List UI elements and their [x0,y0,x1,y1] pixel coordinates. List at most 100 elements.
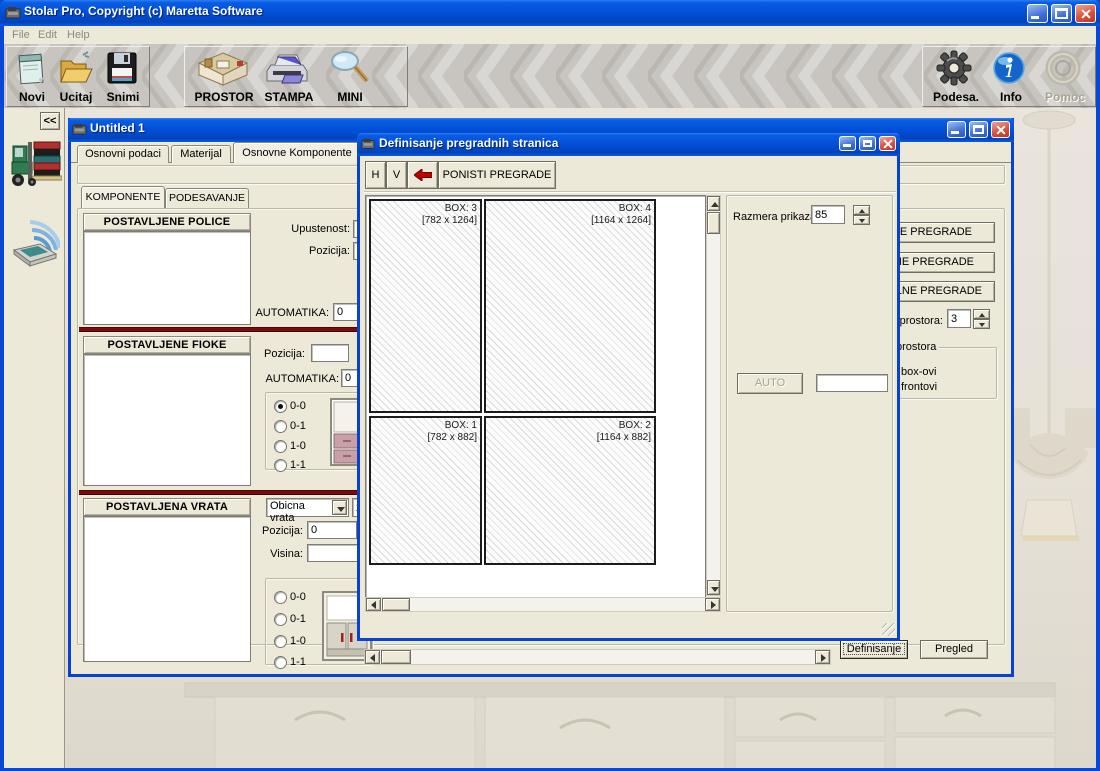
vrata-radio-1-1[interactable] [274,656,287,669]
ponisti-pregrade-button[interactable]: PONISTI PREGRADE [438,161,556,189]
vrata-pozicija-label: Pozicija: [253,524,303,538]
maximize-icon [1055,8,1068,19]
scroll-right-button[interactable] [815,650,830,664]
menu-file[interactable]: File [12,28,30,42]
fioke-listbox[interactable] [83,354,251,486]
toolbar-view-group: PROSTOR STAMPA MINI [184,46,408,107]
canvas-scroll-left-button[interactable] [366,598,381,611]
scroll-thumb[interactable] [381,650,411,664]
vrata-type-dropdown[interactable]: Obicna vrata [266,498,349,517]
tab-osnovni-podaci[interactable]: Osnovni podaci [77,145,169,163]
canvas-scroll-down-button[interactable] [707,580,720,595]
scale-label: Razmera prikaza: [733,210,819,224]
prostora-spin-down[interactable] [973,319,990,329]
mini-button[interactable]: MINI [325,49,375,105]
canvas-vertical-scrollbar[interactable] [706,195,721,596]
vrata-radio-0-0[interactable] [274,591,287,604]
dropdown-arrow-button[interactable] [332,500,347,515]
resize-grip[interactable] [882,623,895,636]
partition-box-3[interactable]: BOX: 3[782 x 1264] [369,199,482,413]
subtab-podesavanje[interactable]: PODESAVANJE [165,188,249,208]
prostora-field[interactable] [947,309,971,328]
scanner-button[interactable] [10,216,60,268]
canvas-horizontal-scrollbar[interactable] [365,597,721,612]
police-listbox[interactable] [83,231,251,325]
group-item-boxovi[interactable]: box-ovi [901,365,936,379]
podesa-button[interactable]: Podesa. [929,49,983,105]
doc-minimize-button[interactable] [947,121,966,138]
prostor-button[interactable]: PROSTOR [193,49,255,105]
undo-split-button[interactable] [407,161,438,189]
tab-osnovne-komponente[interactable]: Osnovne Komponente [233,142,361,163]
vrata-pozicija-field[interactable] [307,521,357,539]
magnifier-icon [325,49,373,87]
menu-edit[interactable]: Edit [38,28,57,42]
forklift-button[interactable] [8,134,62,196]
vertical-split-button[interactable]: V [386,161,407,189]
doc-maximize-button[interactable] [969,121,988,138]
canvas-vscroll-thumb[interactable] [707,212,720,234]
minimize-icon [1031,16,1039,19]
partition-box-2[interactable]: BOX: 2[1164 x 882] [484,416,656,565]
scroll-right-icon [821,654,826,662]
subtab-komponente[interactable]: KOMPONENTE [81,186,165,208]
doc-close-button[interactable] [991,121,1010,138]
pomoc-button[interactable]: Pomoc [1039,49,1091,105]
open-folder-icon [55,49,95,87]
canvas-scroll-right-button[interactable] [705,598,720,611]
vrata-radio-1-0[interactable] [274,635,287,648]
horizontal-split-button[interactable]: H [365,161,386,189]
fioke-radio-0-1[interactable] [274,420,287,433]
box4-name: BOX: 4 [619,203,651,214]
partition-box-1[interactable]: BOX: 1[782 x 882] [369,416,482,565]
upustenost-label: Upustenost: [250,222,350,236]
help-icon [1039,49,1087,87]
auto-button[interactable]: AUTO [737,373,803,394]
sidebar-collapse-button[interactable]: << [40,112,60,130]
menu-help[interactable]: Help [67,28,90,42]
left-sidebar: << [4,108,65,768]
partition-canvas[interactable]: BOX: 3[782 x 1264] BOX: 4[1164 x 1264] B… [365,195,706,598]
prostora-spin-up[interactable] [973,309,990,319]
scroll-down-icon [711,587,719,592]
fioke-pozicija-field[interactable] [311,344,349,362]
canvas-hscroll-thumb[interactable] [382,598,410,611]
doc-minimize-icon [951,131,959,134]
fioke-radio-1-0[interactable] [274,440,287,453]
save-button[interactable]: Snimi [101,49,145,105]
maximize-button[interactable] [1051,4,1072,23]
prostor-button-label: PROSTOR [193,90,255,104]
scroll-left-icon [371,601,376,609]
section-divider [79,327,369,332]
scale-spin-down[interactable] [853,215,870,225]
auto-field[interactable] [816,374,888,392]
stampa-button[interactable]: STAMPA [261,49,317,105]
dialog-maximize-button[interactable] [859,136,876,151]
scale-field[interactable] [811,205,845,224]
close-button[interactable] [1075,4,1096,23]
visina-field[interactable] [307,544,363,562]
fioke-pozicija-label: Pozicija: [255,347,305,361]
minimize-button[interactable] [1027,4,1048,23]
vrata-radio-0-1[interactable] [274,613,287,626]
box3-dims: [782 x 1264] [422,215,477,226]
fioke-radio-0-0[interactable] [274,400,287,413]
info-button[interactable]: Info [989,49,1033,105]
fioke-radio-1-1[interactable] [274,459,287,472]
partition-box-4[interactable]: BOX: 4[1164 x 1264] [484,199,656,413]
dialog-minimize-button[interactable] [839,136,856,151]
canvas-scroll-up-button[interactable] [707,196,720,211]
open-button[interactable]: Ucitaj [55,49,97,105]
scroll-left-button[interactable] [365,650,380,664]
group-item-frontovi[interactable]: frontovi [901,380,937,394]
definisanje-button[interactable]: Definisanje [840,640,908,659]
pregrade-button-2-label: NE PREGRADE [894,256,974,268]
tab-materijal[interactable]: Materijal [171,145,231,163]
scale-spin-up[interactable] [853,205,870,215]
pregled-button[interactable]: Pregled [920,640,988,659]
doc-horizontal-scrollbar[interactable] [364,649,831,665]
police-pozicija-label: Pozicija: [270,244,350,258]
new-button[interactable]: Novi [11,49,53,105]
vrata-listbox[interactable] [83,516,251,662]
dialog-close-button[interactable] [879,136,896,151]
